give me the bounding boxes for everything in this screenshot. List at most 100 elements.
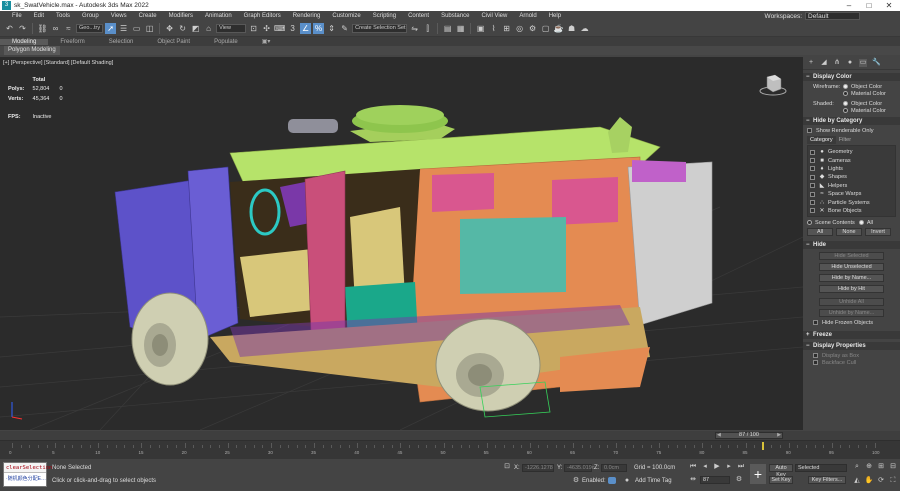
menu-file[interactable]: File [6,13,28,19]
y-coordinate-field[interactable]: -4635.019c [564,464,595,472]
select-object-icon[interactable]: ➚ [105,23,117,34]
shaded-material-color-radio[interactable] [843,108,848,113]
tab-populate[interactable]: Populate [202,39,250,45]
vehicle-scene[interactable] [0,57,803,430]
zoom-extents-icon[interactable]: ⊞ [876,462,886,472]
add-time-tag[interactable]: Add Time Tag [635,478,672,484]
select-by-name-icon[interactable]: ☰ [118,23,129,34]
keyboard-shortcut-icon[interactable]: ⌨ [274,23,286,34]
menu-views[interactable]: Views [105,13,133,19]
material-editor-icon[interactable]: ◎ [514,23,525,34]
redo-icon[interactable]: ↷ [17,23,28,34]
pivot-center-icon[interactable]: ⊡ [248,23,259,34]
tab-object-paint[interactable]: Object Paint [145,39,202,45]
bind-space-warp-icon[interactable]: ≈ [63,23,74,34]
isolate-selection-icon[interactable]: ⊡ [502,462,512,472]
tab-filter[interactable]: Filter [836,136,854,144]
polygon-modeling-panel[interactable]: Polygon Modeling [4,46,60,55]
tab-selection[interactable]: Selection [97,39,146,45]
previous-frame-icon[interactable]: ◂ [700,462,710,472]
z-coordinate-field[interactable]: 0.0cm [601,464,627,472]
set-key-big-icon[interactable]: + [750,464,766,484]
utilities-tab-icon[interactable]: 🔧 [872,59,881,67]
geometry-checkbox[interactable] [810,149,815,155]
hide-by-name-button[interactable]: Hide by Name... [819,274,884,282]
angle-snap-icon[interactable]: ∠ [300,23,312,34]
edit-named-selection-icon[interactable]: ✎ [339,23,350,34]
menu-modifiers[interactable]: Modifiers [163,13,199,19]
hide-selected-button[interactable]: Hide Selected [819,252,884,260]
menu-create[interactable]: Create [133,13,163,19]
orbit-icon[interactable]: ⟳ [876,476,886,486]
hide-unselected-button[interactable]: Hide Unselected [819,263,884,271]
menu-help[interactable]: Help [543,13,567,19]
zoom-extents-all-icon[interactable]: ⊟ [888,462,898,472]
named-selection-dropdown[interactable]: Create Selection Set [352,24,408,33]
play-icon[interactable]: ▶ [712,462,722,472]
create-tab-icon[interactable]: + [807,59,815,67]
adaptive-degradation-icon[interactable]: ⚙ [571,476,581,486]
go-to-end-icon[interactable]: ⏭ [736,462,746,472]
percent-snap-icon[interactable]: % [313,23,325,34]
maximize-icon[interactable]: □ [860,0,878,11]
freeze-rollout[interactable]: + Freeze [803,331,900,339]
time-tag-icon[interactable]: ● [622,476,632,486]
pan-icon[interactable]: ✋ [864,476,874,486]
ribbon-options-icon[interactable]: ▣▾ [250,38,283,45]
swat-vehicle-model[interactable] [114,105,713,412]
space-warps-checkbox[interactable] [810,191,815,197]
render-iterative-icon[interactable]: ☗ [566,23,577,34]
menu-rendering[interactable]: Rendering [287,13,327,19]
ref-coord-dropdown[interactable]: View [216,24,247,33]
maxscript-listener[interactable]: clearSelection ·随机颜色分配E… [3,462,52,487]
next-frame-icon[interactable]: ▶ [777,433,781,438]
set-key-button[interactable]: Set Key [769,476,793,484]
show-renderable-checkbox[interactable] [807,128,812,133]
tab-category[interactable]: Category [807,136,836,144]
rendered-frame-window-icon[interactable]: ▢ [540,23,551,34]
unhide-all-button[interactable]: Unhide All [819,298,884,306]
tab-modeling[interactable]: Modeling [0,38,49,45]
zoom-all-icon[interactable]: ⊕ [864,462,874,472]
menu-substance[interactable]: Substance [435,13,475,19]
key-mode-icon[interactable]: ⇹ [688,475,698,485]
hide-frozen-checkbox[interactable] [813,320,818,325]
field-of-view-icon[interactable]: ◭ [852,476,862,486]
undo-icon[interactable]: ↶ [4,23,15,34]
link-icon[interactable]: ⛓ [37,23,48,34]
render-activeshade-icon[interactable]: ☁ [579,23,590,34]
menu-group[interactable]: Group [76,13,105,19]
auto-key-button[interactable]: Auto Key [769,464,793,478]
go-to-start-icon[interactable]: ⏮ [688,462,698,472]
next-frame-icon[interactable]: ▸ [724,462,734,472]
menu-animation[interactable]: Animation [199,13,238,19]
x-coordinate-field[interactable]: -1226.1278 [522,464,554,472]
perspective-viewport[interactable]: [+] [Perspective] [Standard] [Default Sh… [0,57,803,430]
hide-rollout[interactable]: − Hide [803,241,900,249]
snap-toggle-icon[interactable]: 3 [287,23,298,34]
track-bar[interactable]: 0 5 10 15 20 25 30 35 40 45 50 55 60 65 70 75 80 85 90 95 10… [0,440,900,459]
spinner-snap-icon[interactable]: ⇕ [326,23,337,34]
shapes-checkbox[interactable] [810,174,815,180]
key-filters-button[interactable]: Key Filters... [808,476,846,484]
display-tab-icon[interactable]: ▭ [859,59,867,67]
place-icon[interactable]: ⌂ [203,23,214,34]
wireframe-object-color-radio[interactable] [843,84,848,89]
modify-tab-icon[interactable]: ◢ [820,59,828,67]
zoom-icon[interactable]: ⌕ [852,462,862,472]
unlink-icon[interactable]: ∞ [50,23,61,34]
menu-tools[interactable]: Tools [50,13,76,19]
curve-editor-icon[interactable]: ⌇ [488,23,499,34]
helpers-checkbox[interactable] [810,183,815,189]
wireframe-material-color-radio[interactable] [843,91,848,96]
shaded-object-color-radio[interactable] [843,101,848,106]
menu-arnold[interactable]: Arnold [513,13,542,19]
menu-civil-view[interactable]: Civil View [475,13,513,19]
viewport-label[interactable]: [+] [Perspective] [Standard] [Default Sh… [3,60,113,66]
motion-tab-icon[interactable]: ● [846,59,854,67]
render-setup-icon[interactable]: ⚙ [527,23,538,34]
rect-selection-icon[interactable]: ▭ [131,23,142,34]
tab-freeform[interactable]: Freeform [48,39,96,45]
minimize-icon[interactable]: – [840,0,858,11]
close-icon[interactable]: ✕ [880,0,898,11]
